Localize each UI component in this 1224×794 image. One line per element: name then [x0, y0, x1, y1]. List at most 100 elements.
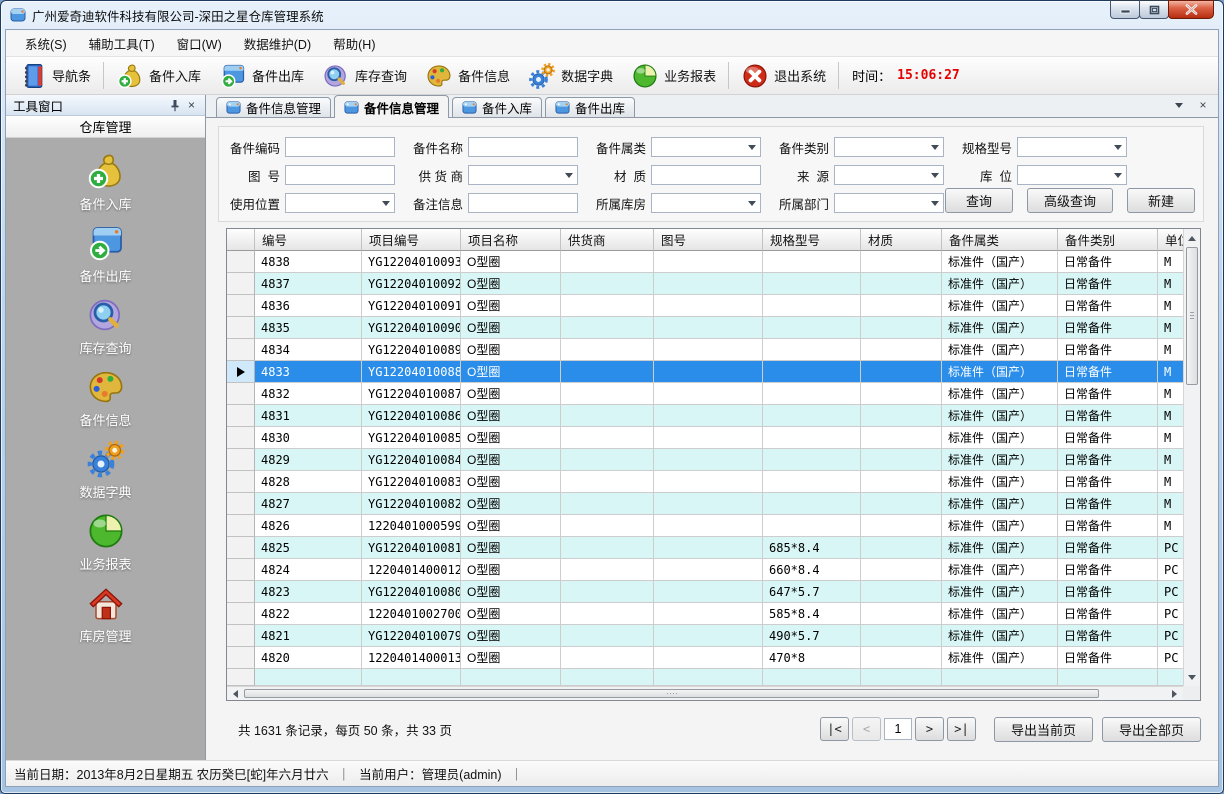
- toolbar-exit-system-button[interactable]: 退出系统: [732, 59, 835, 93]
- toolbar-data-dictionary-button[interactable]: 数据字典: [519, 59, 622, 93]
- table-row[interactable]: 4827YG12204010082O型圈标准件（国产）日常备件M: [227, 493, 1183, 515]
- close-button[interactable]: [1168, 0, 1214, 19]
- scroll-down-icon[interactable]: [1184, 670, 1200, 685]
- toolbar-item-label: 备件信息: [458, 66, 510, 85]
- column-header-6[interactable]: 材质: [861, 229, 942, 251]
- field-select-2-3[interactable]: [834, 193, 944, 213]
- field-select-2-2[interactable]: [651, 193, 761, 213]
- close-icon[interactable]: ×: [183, 97, 200, 113]
- prev-page-button[interactable]: <: [852, 717, 881, 741]
- scroll-left-icon[interactable]: [228, 687, 242, 700]
- column-header-4[interactable]: 图号: [654, 229, 763, 251]
- table-cell: YG12204010080: [362, 581, 461, 603]
- sidebar-item-parts-inbound[interactable]: 备件入库: [6, 146, 205, 218]
- table-row[interactable]: 48241220401400012O型圈660*8.4标准件（国产）日常备件PC: [227, 559, 1183, 581]
- export-current-page-button[interactable]: 导出当前页: [994, 717, 1093, 742]
- sidebar-item-stock-query[interactable]: 库存查询: [6, 290, 205, 362]
- table-row[interactable]: 4832YG12204010087O型圈标准件（国产）日常备件M: [227, 383, 1183, 405]
- toolbar-stock-query-button[interactable]: 库存查询: [313, 59, 416, 93]
- field-select-1-4[interactable]: [1017, 165, 1127, 185]
- field-input-0-1[interactable]: [468, 137, 578, 157]
- table-row[interactable]: 4835YG12204010090O型圈标准件（国产）日常备件M: [227, 317, 1183, 339]
- field-input-0-0[interactable]: [285, 137, 395, 157]
- toolbar-parts-outbound-button[interactable]: 备件出库: [210, 59, 313, 93]
- field-select-0-4[interactable]: [1017, 137, 1127, 157]
- table-row[interactable]: 4831YG12204010086O型圈标准件（国产）日常备件M: [227, 405, 1183, 427]
- sidebar-item-parts-outbound[interactable]: 备件出库: [6, 218, 205, 290]
- menu-item-1[interactable]: 辅助工具(T): [78, 29, 166, 58]
- table-cell: [654, 273, 763, 295]
- export-all-pages-button[interactable]: 导出全部页: [1102, 717, 1201, 742]
- table-row[interactable]: 4829YG12204010084O型圈标准件（国产）日常备件M: [227, 449, 1183, 471]
- menu-item-0[interactable]: 系统(S): [14, 29, 78, 58]
- column-header-8[interactable]: 备件类别: [1058, 229, 1158, 251]
- table-cell: YG12204010092: [362, 273, 461, 295]
- column-header-5[interactable]: 规格型号: [763, 229, 861, 251]
- close-tab-icon[interactable]: ×: [1196, 98, 1210, 112]
- chevron-down-icon: [748, 145, 756, 154]
- sidebar-item-parts-info[interactable]: 备件信息: [6, 362, 205, 434]
- table-row[interactable]: 48221220401002700O型圈585*8.4标准件（国产）日常备件PC: [227, 603, 1183, 625]
- menu-item-4[interactable]: 帮助(H): [322, 29, 386, 58]
- field-select-1-3[interactable]: [834, 165, 944, 185]
- first-page-button[interactable]: |<: [820, 717, 849, 741]
- table-row[interactable]: 4836YG12204010091O型圈标准件（国产）日常备件M: [227, 295, 1183, 317]
- scroll-right-icon[interactable]: [1168, 687, 1182, 700]
- table-row[interactable]: 4823YG12204010080O型圈647*5.7标准件（国产）日常备件PC: [227, 581, 1183, 603]
- tab-3[interactable]: 备件出库: [545, 97, 635, 117]
- toolbar-parts-inbound-button[interactable]: 备件入库: [107, 59, 210, 93]
- tab-0[interactable]: 备件信息管理: [216, 97, 331, 117]
- toolbar-business-report-button[interactable]: 业务报表: [622, 59, 725, 93]
- toolbar-parts-info-button[interactable]: 备件信息: [416, 59, 519, 93]
- navigator-icon: [19, 62, 47, 90]
- chevron-down-icon: [1114, 145, 1122, 154]
- field-input-1-0[interactable]: [285, 165, 395, 185]
- last-page-button[interactable]: >|: [947, 717, 976, 741]
- column-header-0[interactable]: 编号: [255, 229, 362, 251]
- table-row[interactable]: 4830YG12204010085O型圈标准件（国产）日常备件M: [227, 427, 1183, 449]
- table-cell: [561, 493, 654, 515]
- field-select-1-1[interactable]: [468, 165, 578, 185]
- page-number-input[interactable]: [884, 718, 912, 740]
- field-select-0-2[interactable]: [651, 137, 761, 157]
- tab-1-active[interactable]: 备件信息管理: [334, 95, 449, 118]
- sidebar-item-business-report[interactable]: 业务报表: [6, 506, 205, 578]
- table-row[interactable]: 4834YG12204010089O型圈标准件（国产）日常备件M: [227, 339, 1183, 361]
- field-select-2-0[interactable]: [285, 193, 395, 213]
- current-user-text: 当前用户：管理员(admin): [359, 764, 501, 783]
- minimize-button[interactable]: [1110, 0, 1140, 19]
- field-select-0-3[interactable]: [834, 137, 944, 157]
- table-cell: [561, 251, 654, 273]
- chevron-down-icon[interactable]: [1172, 98, 1186, 112]
- maximize-button[interactable]: [1139, 0, 1169, 19]
- table-row[interactable]: 4821YG12204010079O型圈490*5.7标准件（国产）日常备件PC: [227, 625, 1183, 647]
- table-row[interactable]: 4838YG12204010093O型圈标准件（国产）日常备件M: [227, 251, 1183, 273]
- scroll-up-icon[interactable]: [1184, 230, 1200, 245]
- vertical-scroll-thumb[interactable]: [1186, 247, 1198, 385]
- column-header-2[interactable]: 项目名称: [461, 229, 561, 251]
- table-row[interactable]: 48201220401400013O型圈470*8标准件（国产）日常备件PC: [227, 647, 1183, 669]
- menu-item-2[interactable]: 窗口(W): [166, 29, 233, 58]
- table-row[interactable]: 48261220401000599O型圈标准件（国产）日常备件M: [227, 515, 1183, 537]
- field-input-2-1[interactable]: [468, 193, 578, 213]
- pin-icon[interactable]: [166, 97, 183, 113]
- horizontal-scroll-thumb[interactable]: [244, 689, 1099, 698]
- column-header-1[interactable]: 项目编号: [362, 229, 461, 251]
- table-row[interactable]: 4825YG12204010081O型圈685*8.4标准件（国产）日常备件PC: [227, 537, 1183, 559]
- field-input-1-2[interactable]: [651, 165, 761, 185]
- column-header-9[interactable]: 单位: [1158, 229, 1183, 251]
- column-header-7[interactable]: 备件属类: [942, 229, 1058, 251]
- toolbar-navigator-button[interactable]: 导航条: [10, 59, 100, 93]
- next-page-button[interactable]: >: [915, 717, 944, 741]
- column-header-3[interactable]: 供货商: [561, 229, 654, 251]
- sidebar-item-data-dictionary[interactable]: 数据字典: [6, 434, 205, 506]
- table-cell: [1158, 669, 1183, 686]
- table-row[interactable]: 4837YG12204010092O型圈标准件（国产）日常备件M: [227, 273, 1183, 295]
- menu-item-3[interactable]: 数据维护(D): [233, 29, 322, 58]
- time-display: 时间：15:06:27: [842, 66, 970, 85]
- tab-2[interactable]: 备件入库: [452, 97, 542, 117]
- table-row[interactable]: 4828YG12204010083O型圈标准件（国产）日常备件M: [227, 471, 1183, 493]
- table-row[interactable]: 4833YG12204010088O型圈标准件（国产）日常备件M: [227, 361, 1183, 383]
- sidebar-item-warehouse-manage[interactable]: 库房管理: [6, 578, 205, 650]
- table-cell: [861, 427, 942, 449]
